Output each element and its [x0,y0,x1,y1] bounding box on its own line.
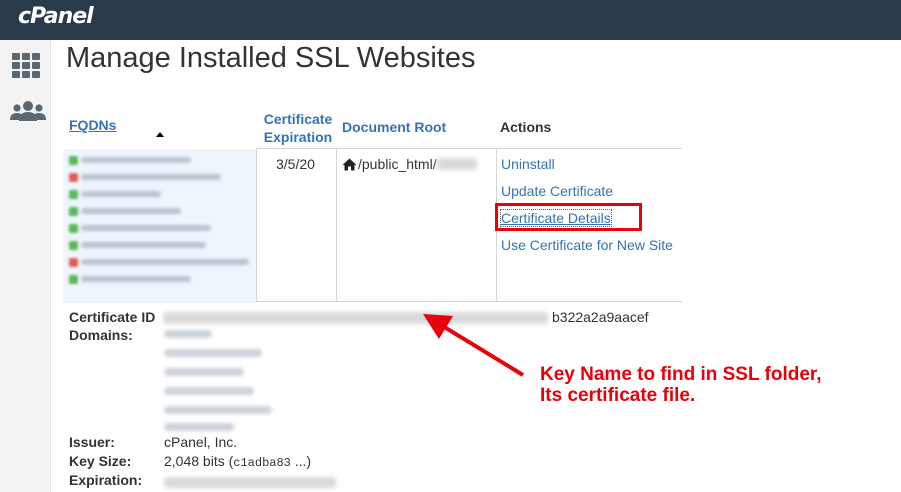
page-title: Manage Installed SSL Websites [66,42,476,74]
issuer-value: cPanel, Inc. [164,434,238,450]
sidebar [0,40,51,492]
domain-entry-redacted [164,387,254,395]
table-top-border [256,148,682,149]
update-certificate-link[interactable]: Update Certificate [501,183,613,199]
domain-entry-redacted [164,330,212,338]
domain-entry-redacted [164,406,272,414]
certificate-id-value: b322a2a9aacef [552,309,649,325]
domains-label: Domains: [69,327,133,343]
annotation-arrow-icon [423,314,525,377]
domain-entry-redacted [164,349,262,357]
status-ok-icon [69,156,78,165]
column-divider [256,148,257,302]
highlight-box [495,203,642,231]
column-divider [336,148,337,302]
uninstall-link[interactable]: Uninstall [501,156,555,172]
status-warning-icon [69,258,78,267]
certificate-expiration-value: 3/5/20 [276,156,315,172]
status-warning-icon [69,173,78,182]
users-icon[interactable] [10,98,46,126]
domain-entry-redacted [164,423,234,431]
fqdns-sort-link[interactable]: FQDNs [69,117,116,133]
status-ok-icon [69,241,78,250]
redacted-text [436,158,477,170]
header-expiration-line1: Certificate [263,111,333,127]
document-root-value: /public_html/ [342,156,477,174]
header-certificate-expiration[interactable]: Certificate Expiration [260,110,336,146]
header-actions: Actions [500,119,552,135]
header-expiration-line2: Expiration [263,129,333,145]
domain-entry-redacted [164,368,244,376]
annotation-text: Key Name to find in SSL folder, Its cert… [540,364,822,406]
document-root-path: /public_html/ [358,156,437,172]
key-size-label: Key Size: [69,453,132,469]
status-ok-icon [69,275,78,284]
header-document-root[interactable]: Document Root [342,119,446,135]
annotation-line1: Key Name to find in SSL folder, [540,364,822,385]
key-size-hash: c1adba83 [233,456,291,470]
annotation-line2: Its certificate file. [540,385,696,406]
grid-icon[interactable] [10,52,42,80]
use-certificate-for-new-site-link[interactable]: Use Certificate for New Site [501,237,673,253]
cpanel-logo[interactable]: cPanel [18,4,94,29]
key-size-tail: ...) [290,453,312,469]
home-icon [342,158,357,174]
fqdn-list [63,149,256,303]
status-ok-icon [69,207,78,216]
key-size-value: 2,048 bits (c1adba83 ...) [164,453,311,470]
certificate-id-label: Certificate ID [69,309,156,325]
status-ok-icon [69,190,78,199]
issuer-label: Issuer: [69,434,115,450]
top-bar: cPanel [0,0,901,40]
expiration-value-redacted [164,475,336,491]
header-fqdns[interactable]: FQDNs [69,117,116,133]
status-ok-icon [69,224,78,233]
expiration-label: Expiration: [69,472,143,488]
key-size-bits: 2,048 bits ( [164,453,234,469]
sort-ascending-icon[interactable] [156,132,164,137]
table-bottom-border [256,301,682,302]
